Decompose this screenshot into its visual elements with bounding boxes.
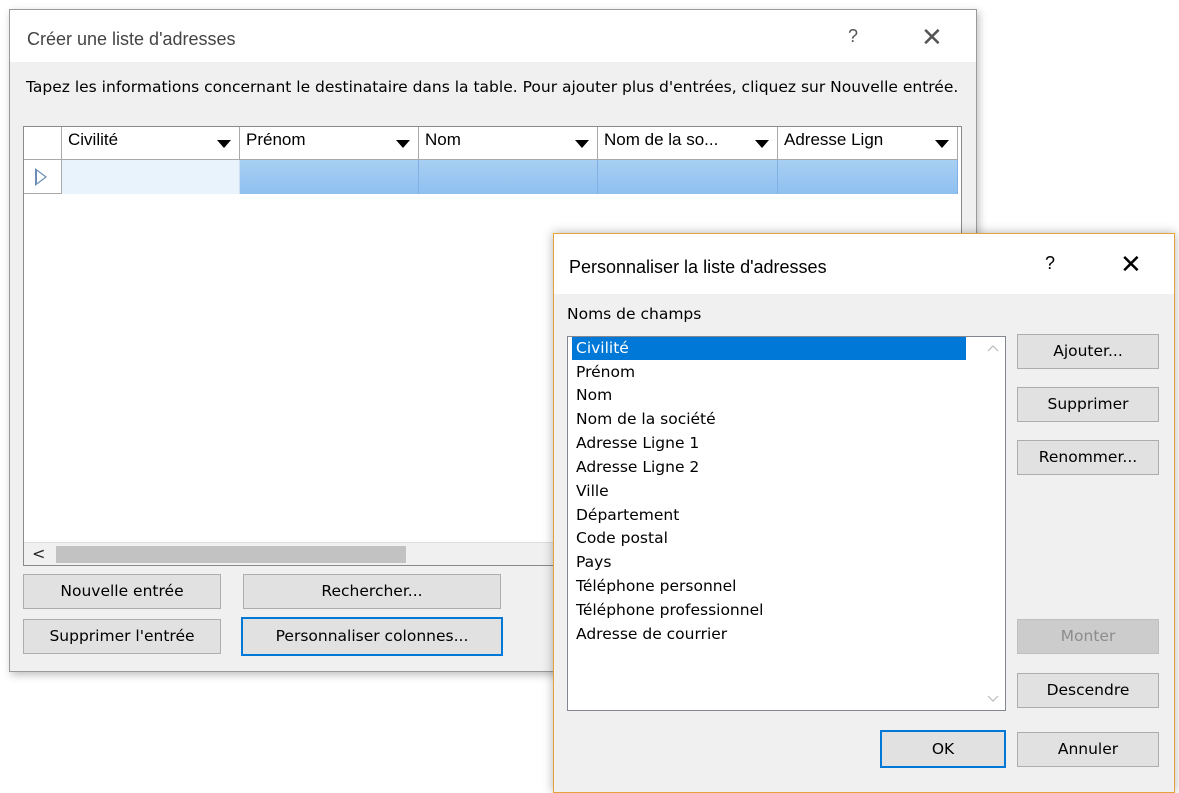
list-item[interactable]: Adresse de courrier — [574, 623, 729, 646]
title-bar: Personnaliser la liste d'adresses ? ✕ — [554, 234, 1174, 294]
delete-entry-button[interactable]: Supprimer l'entrée — [23, 619, 221, 654]
button-label: Rechercher... — [321, 582, 423, 600]
close-icon[interactable]: ✕ — [1120, 251, 1142, 277]
column-label: Nom — [425, 130, 461, 149]
scroll-left-icon[interactable]: < — [32, 544, 45, 563]
list-item[interactable]: Adresse Ligne 1 — [574, 432, 701, 455]
row-selector[interactable] — [24, 160, 62, 194]
table-cell[interactable] — [240, 160, 419, 194]
move-up-button[interactable]: Monter — [1017, 619, 1159, 654]
table-cell[interactable] — [778, 160, 958, 194]
scroll-up-icon[interactable] — [987, 343, 999, 355]
move-down-button[interactable]: Descendre — [1017, 673, 1159, 708]
field-names-list[interactable]: Civilité Prénom Nom Nom de la société Ad… — [567, 336, 1006, 711]
list-item[interactable]: Ville — [574, 480, 611, 503]
column-header-prenom[interactable]: Prénom — [240, 127, 419, 160]
table-cell[interactable] — [419, 160, 598, 194]
list-item[interactable]: Code postal — [574, 527, 670, 550]
vertical-scrollbar[interactable] — [983, 337, 1005, 710]
list-item[interactable]: Téléphone personnel — [574, 575, 738, 598]
button-label: Nouvelle entrée — [60, 582, 184, 600]
scrollbar-thumb[interactable] — [56, 546, 406, 563]
close-icon[interactable]: ✕ — [921, 24, 943, 50]
table-cell[interactable] — [62, 160, 240, 194]
column-header-nom[interactable]: Nom — [419, 127, 598, 160]
button-label: Ajouter... — [1053, 342, 1123, 360]
dropdown-arrow-icon[interactable] — [217, 140, 231, 148]
title-bar: Créer une liste d'adresses ? ✕ — [10, 10, 976, 62]
scroll-down-icon[interactable] — [987, 692, 999, 704]
dropdown-arrow-icon[interactable] — [755, 140, 769, 148]
help-icon[interactable]: ? — [1045, 253, 1055, 274]
list-item[interactable]: Adresse Ligne 2 — [574, 456, 701, 479]
list-item[interactable]: Nom de la société — [574, 408, 718, 431]
customize-address-list-dialog: Personnaliser la liste d'adresses ? ✕ No… — [553, 233, 1175, 793]
ok-button[interactable]: OK — [880, 730, 1006, 768]
field-names-label: Noms de champs — [567, 305, 702, 323]
button-label: Monter — [1060, 627, 1116, 645]
button-label: Personnaliser colonnes... — [275, 627, 469, 645]
cancel-button[interactable]: Annuler — [1017, 732, 1159, 767]
button-label: Annuler — [1057, 740, 1119, 758]
list-item[interactable]: Pays — [574, 551, 613, 574]
button-label: Renommer... — [1038, 448, 1138, 466]
button-label: Descendre — [1046, 681, 1130, 699]
column-label: Prénom — [246, 130, 306, 149]
dropdown-arrow-icon[interactable] — [935, 140, 949, 148]
new-entry-button[interactable]: Nouvelle entrée — [23, 574, 221, 609]
delete-field-button[interactable]: Supprimer — [1017, 387, 1159, 422]
column-header-societe[interactable]: Nom de la so... — [598, 127, 778, 160]
table-row[interactable] — [24, 160, 961, 194]
list-item[interactable]: Prénom — [574, 361, 637, 384]
search-button[interactable]: Rechercher... — [243, 574, 501, 609]
dialog-title: Personnaliser la liste d'adresses — [569, 257, 827, 277]
list-item[interactable]: Département — [574, 504, 681, 527]
button-label: Supprimer — [1047, 395, 1129, 413]
list-item[interactable]: Nom — [574, 384, 614, 407]
button-label: OK — [931, 740, 955, 758]
customize-columns-button[interactable]: Personnaliser colonnes... — [241, 617, 503, 656]
button-label: Supprimer l'entrée — [49, 627, 195, 645]
table-header: Civilité Prénom Nom Nom de la so... Adre… — [24, 127, 961, 160]
dropdown-arrow-icon[interactable] — [575, 140, 589, 148]
instructions-text: Tapez les informations concernant le des… — [26, 78, 959, 96]
list-item[interactable]: Téléphone professionnel — [574, 599, 765, 622]
table-cell[interactable] — [598, 160, 778, 194]
current-row-arrow-icon — [35, 168, 47, 186]
column-label: Adresse Lign — [784, 130, 884, 149]
rename-field-button[interactable]: Renommer... — [1017, 440, 1159, 475]
list-item[interactable]: Civilité — [572, 337, 966, 360]
add-field-button[interactable]: Ajouter... — [1017, 334, 1159, 369]
help-icon[interactable]: ? — [848, 26, 858, 47]
column-label: Nom de la so... — [604, 130, 719, 149]
dropdown-arrow-icon[interactable] — [396, 140, 410, 148]
dialog-title: Créer une liste d'adresses — [27, 29, 236, 49]
column-label: Civilité — [68, 130, 119, 149]
column-header-adresse[interactable]: Adresse Lign — [778, 127, 958, 160]
column-header-civilite[interactable]: Civilité — [62, 127, 240, 160]
table-corner — [24, 127, 62, 160]
